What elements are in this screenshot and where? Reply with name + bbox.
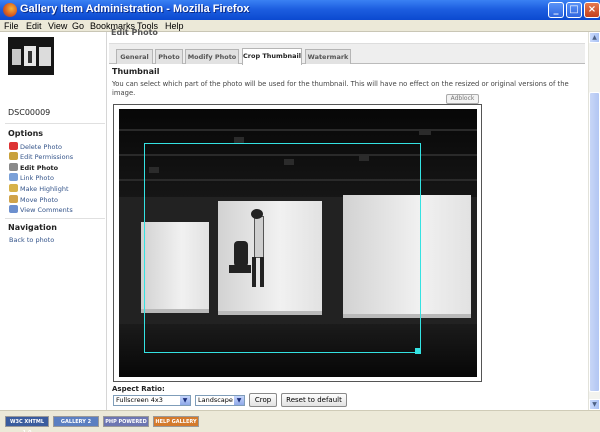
edit-icon [9,163,18,171]
crop-resize-handle[interactable] [415,348,421,354]
delete-photo-link[interactable]: Delete Photo [9,142,62,151]
main-content: Edit Photo General Photo Modify Photo Cr… [107,28,588,410]
tab-general[interactable]: General [116,49,153,64]
scroll-up-button[interactable]: ▲ [589,32,600,43]
comments-icon [9,205,18,213]
php-badge[interactable]: PHP POWERED [103,416,149,427]
permissions-icon [9,152,18,160]
menu-edit[interactable]: Edit [26,21,42,31]
edit-photo-link[interactable]: Edit Photo [9,163,58,172]
link-photo-link[interactable]: Link Photo [9,173,54,182]
chevron-down-icon: ▼ [234,396,244,405]
firefox-icon [3,3,17,17]
page-title: Edit Photo [111,28,158,37]
item-name: DSC00009 [8,108,51,117]
tab-watermark[interactable]: Watermark [305,49,351,64]
w3c-xhtml-badge[interactable]: W3C XHTML 1.0 [5,416,49,432]
crop-button[interactable]: Crop [249,393,277,407]
section-description: You can select which part of the photo w… [112,80,569,97]
back-to-photo-link[interactable]: Back to photo [9,236,54,244]
sidebar: DSC00009 Options Delete Photo Edit Permi… [0,32,107,410]
edit-permissions-link[interactable]: Edit Permissions [9,152,73,161]
aspect-ratio-label: Aspect Ratio: [112,385,165,393]
view-comments-link[interactable]: View Comments [9,205,73,214]
menu-help[interactable]: Help [165,21,184,31]
gallery-badge[interactable]: GALLERY 2 [53,416,99,427]
scroll-thumb[interactable] [589,92,600,392]
menu-file[interactable]: File [4,21,19,31]
make-highlight-link[interactable]: Make Highlight [9,184,69,193]
delete-icon [9,142,18,150]
navigation-heading: Navigation [8,223,57,232]
orientation-select[interactable]: Landscape ▼ [195,395,245,406]
menu-view[interactable]: View [48,21,67,31]
minimize-button[interactable]: _ [548,2,564,18]
crop-selection[interactable] [144,143,421,353]
highlight-icon [9,184,18,192]
aspect-ratio-select[interactable]: Fullscreen 4x3 ▼ [113,395,191,406]
menu-go[interactable]: Go [72,21,84,31]
tab-crop-thumbnail[interactable]: Crop Thumbnail [242,48,302,65]
move-icon [9,195,18,203]
scroll-down-button[interactable]: ▼ [589,399,600,410]
tab-modify-photo[interactable]: Modify Photo [185,49,239,64]
options-heading: Options [8,129,44,138]
window-title: Gallery Item Administration - Mozilla Fi… [20,3,250,15]
close-button[interactable]: × [584,2,600,18]
menu-bar: File Edit View Go Bookmarks Tools Help [0,20,600,32]
reset-default-button[interactable]: Reset to default [281,393,347,407]
tab-bar: General Photo Modify Photo Crop Thumbnai… [109,43,585,65]
footer-badges: W3C XHTML 1.0 GALLERY 2 PHP POWERED HELP… [0,410,600,432]
divider [5,218,105,219]
link-icon [9,173,18,181]
vertical-scrollbar[interactable]: ▲ ▼ [588,32,600,410]
window-title-bar: Gallery Item Administration - Mozilla Fi… [0,0,600,20]
help-gallery-badge[interactable]: HELP GALLERY [153,416,199,427]
crop-editor [113,104,482,382]
chevron-down-icon: ▼ [180,396,190,405]
move-photo-link[interactable]: Move Photo [9,195,58,204]
divider [5,123,105,124]
item-thumbnail[interactable] [8,37,54,75]
section-title: Thumbnail [112,67,160,76]
tab-photo[interactable]: Photo [155,49,183,64]
adblock-tab[interactable]: Adblock [446,94,479,104]
maximize-button[interactable]: □ [566,2,582,18]
